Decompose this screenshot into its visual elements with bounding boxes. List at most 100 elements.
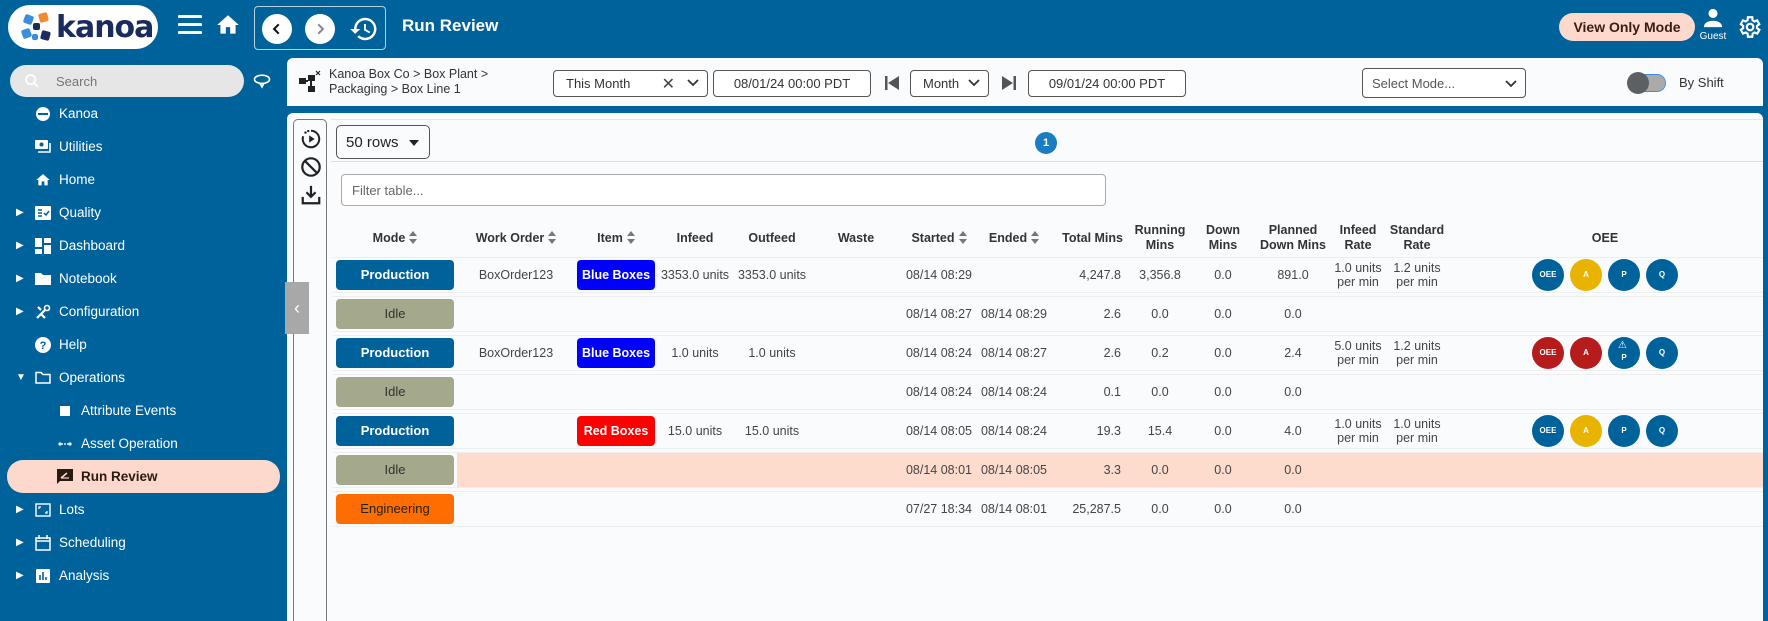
oee-badge-oee[interactable]: OEE: [1532, 415, 1564, 447]
cell-oee: OEE A ⚠ P Q: [1447, 335, 1763, 371]
period-select[interactable]: Month: [910, 70, 989, 97]
mode-badge[interactable]: Production: [336, 416, 454, 446]
sidebar-item-home[interactable]: Home: [0, 163, 287, 196]
view-only-mode-button[interactable]: View Only Mode: [1559, 13, 1695, 41]
item-badge[interactable]: Blue Boxes: [577, 338, 655, 368]
oee-badge-oee[interactable]: OEE: [1532, 337, 1564, 369]
column-header-ended[interactable]: Ended: [977, 222, 1051, 254]
mode-badge[interactable]: Idle: [336, 299, 454, 329]
sidebar-item-label: Utilities: [59, 139, 103, 154]
oee-badge-a[interactable]: A: [1570, 259, 1602, 291]
sort-icon[interactable]: [409, 231, 418, 245]
sidebar-item-help[interactable]: ? Help: [0, 328, 287, 361]
rows-per-page-select[interactable]: 50 rows: [336, 125, 430, 159]
mode-select[interactable]: Select Mode...: [1362, 68, 1526, 98]
home-icon[interactable]: [214, 12, 242, 38]
user-menu[interactable]: Guest: [1697, 8, 1729, 42]
table-row[interactable]: Production Red Boxes 15.0 units 15.0 units 0…: [333, 413, 1763, 449]
caret-right-icon[interactable]: ▶: [16, 306, 26, 317]
column-header-work-order[interactable]: Work Order: [457, 222, 575, 254]
item-badge[interactable]: Red Boxes: [577, 416, 655, 446]
skip-previous-icon[interactable]: [883, 74, 901, 92]
caret-right-icon[interactable]: ▶: [16, 537, 26, 548]
sort-icon[interactable]: [626, 231, 635, 245]
oee-badge-p[interactable]: P: [1608, 415, 1640, 447]
sidebar-item-analysis[interactable]: ▶ Analysis: [0, 559, 287, 592]
sidebar-item-asset-operation[interactable]: Asset Operation: [0, 427, 287, 460]
caret-right-icon[interactable]: ▶: [16, 570, 26, 581]
end-date-input[interactable]: 09/01/24 00:00 PDT: [1028, 70, 1186, 97]
sidebar-item-lots[interactable]: ▶ Lots: [0, 493, 287, 526]
sidebar-item-attribute-events[interactable]: Attribute Events: [0, 394, 287, 427]
sync-icon[interactable]: [252, 72, 272, 90]
caret-right-icon[interactable]: ▶: [16, 504, 26, 515]
search-input[interactable]: [56, 73, 226, 89]
asset-breadcrumb[interactable]: Kanoa Box Co > Box Plant > Packaging > B…: [329, 67, 488, 97]
column-header-item[interactable]: Item: [575, 222, 657, 254]
kanoa-logo[interactable]: kanoa: [8, 5, 158, 49]
caret-down-icon: [409, 140, 419, 146]
sidebar-item-scheduling[interactable]: ▶ Scheduling: [0, 526, 287, 559]
oee-badge-q[interactable]: Q: [1646, 259, 1678, 291]
table-row[interactable]: Idle 08/14 08:01 08/14 08:05 3.3 0.0 0.0 0.0: [333, 452, 1763, 488]
gear-icon[interactable]: [1736, 14, 1762, 40]
mode-badge[interactable]: Idle: [336, 377, 454, 407]
sidebar-item-label: Lots: [59, 502, 85, 517]
mode-badge[interactable]: Production: [336, 260, 454, 290]
quality-checklist-icon: [35, 205, 51, 221]
sidebar-item-notebook[interactable]: ▶ Notebook: [0, 262, 287, 295]
history-icon[interactable]: [349, 14, 379, 44]
caret-right-icon[interactable]: ▶: [16, 207, 26, 218]
sidebar-item-quality[interactable]: ▶ Quality: [0, 196, 287, 229]
auto-refresh-play-icon[interactable]: [300, 128, 322, 150]
table-row[interactable]: Idle 08/14 08:24 08/14 08:24 0.1 0.0 0.0 0.0: [333, 374, 1763, 410]
sort-icon[interactable]: [958, 231, 967, 245]
oee-badge-p[interactable]: ⚠ P: [1608, 337, 1640, 369]
sidebar-item-run-review[interactable]: Run Review: [7, 460, 280, 493]
sidebar-item-dashboard[interactable]: ▶ Dashboard: [0, 229, 287, 262]
sidebar-item-operations[interactable]: ▼ Operations: [0, 361, 287, 394]
table-row[interactable]: Engineering 07/27 18:34 08/14 08:01 25,287.…: [333, 491, 1763, 527]
table-row[interactable]: Idle 08/14 08:27 08/14 08:29 2.6 0.0 0.0 0.0: [333, 296, 1763, 332]
oee-badge-q[interactable]: Q: [1646, 415, 1678, 447]
oee-badge-oee[interactable]: OEE: [1532, 259, 1564, 291]
caret-right-icon[interactable]: ▶: [16, 240, 26, 251]
caret-right-icon[interactable]: ▶: [16, 273, 26, 284]
range-select[interactable]: This Month ✕: [553, 70, 708, 97]
back-button[interactable]: [262, 14, 292, 44]
clear-icon[interactable]: ✕: [662, 74, 675, 94]
column-header-mode[interactable]: Mode: [333, 222, 457, 254]
mode-badge[interactable]: Idle: [336, 455, 454, 485]
cell-down-mins: 0.0: [1189, 335, 1257, 371]
sort-icon[interactable]: [1031, 231, 1040, 245]
collapse-sidebar-button[interactable]: ‹: [285, 282, 309, 334]
asset-tree-icon[interactable]: [297, 70, 323, 96]
oee-badge-a[interactable]: A: [1570, 415, 1602, 447]
oee-badge-a[interactable]: A: [1570, 337, 1602, 369]
oee-badge-q[interactable]: Q: [1646, 337, 1678, 369]
work-order-value: BoxOrder123: [478, 346, 554, 360]
sidebar-item-utilities[interactable]: Utilities: [0, 130, 287, 163]
table-row[interactable]: Production BoxOrder123 Blue Boxes 3353.0 un…: [333, 257, 1763, 293]
item-badge[interactable]: Blue Boxes: [577, 260, 655, 290]
mode-badge[interactable]: Production: [336, 338, 454, 368]
start-date-input[interactable]: 08/01/24 00:00 PDT: [713, 70, 871, 97]
sidebar-item-configuration[interactable]: ▶ Configuration: [0, 295, 287, 328]
caret-down-icon[interactable]: ▼: [16, 372, 26, 383]
page-1-button[interactable]: 1: [1035, 132, 1057, 154]
oee-badge-p[interactable]: P: [1608, 259, 1640, 291]
menu-icon[interactable]: [178, 15, 202, 35]
download-icon[interactable]: [300, 184, 322, 206]
sort-icon[interactable]: [548, 231, 557, 245]
column-header-started[interactable]: Started: [901, 222, 977, 254]
forward-button[interactable]: [305, 14, 335, 44]
mode-badge[interactable]: Engineering: [336, 494, 454, 524]
block-icon[interactable]: [300, 156, 322, 178]
table-row[interactable]: Production BoxOrder123 Blue Boxes 1.0 units…: [333, 335, 1763, 371]
column-header-waste: Waste: [837, 230, 875, 245]
sidebar-search[interactable]: [10, 65, 244, 97]
skip-next-icon[interactable]: [1000, 74, 1018, 92]
sidebar-item-kanoa[interactable]: Kanoa: [0, 97, 287, 130]
by-shift-toggle[interactable]: [1627, 72, 1667, 94]
filter-table-input[interactable]: [341, 174, 1106, 206]
